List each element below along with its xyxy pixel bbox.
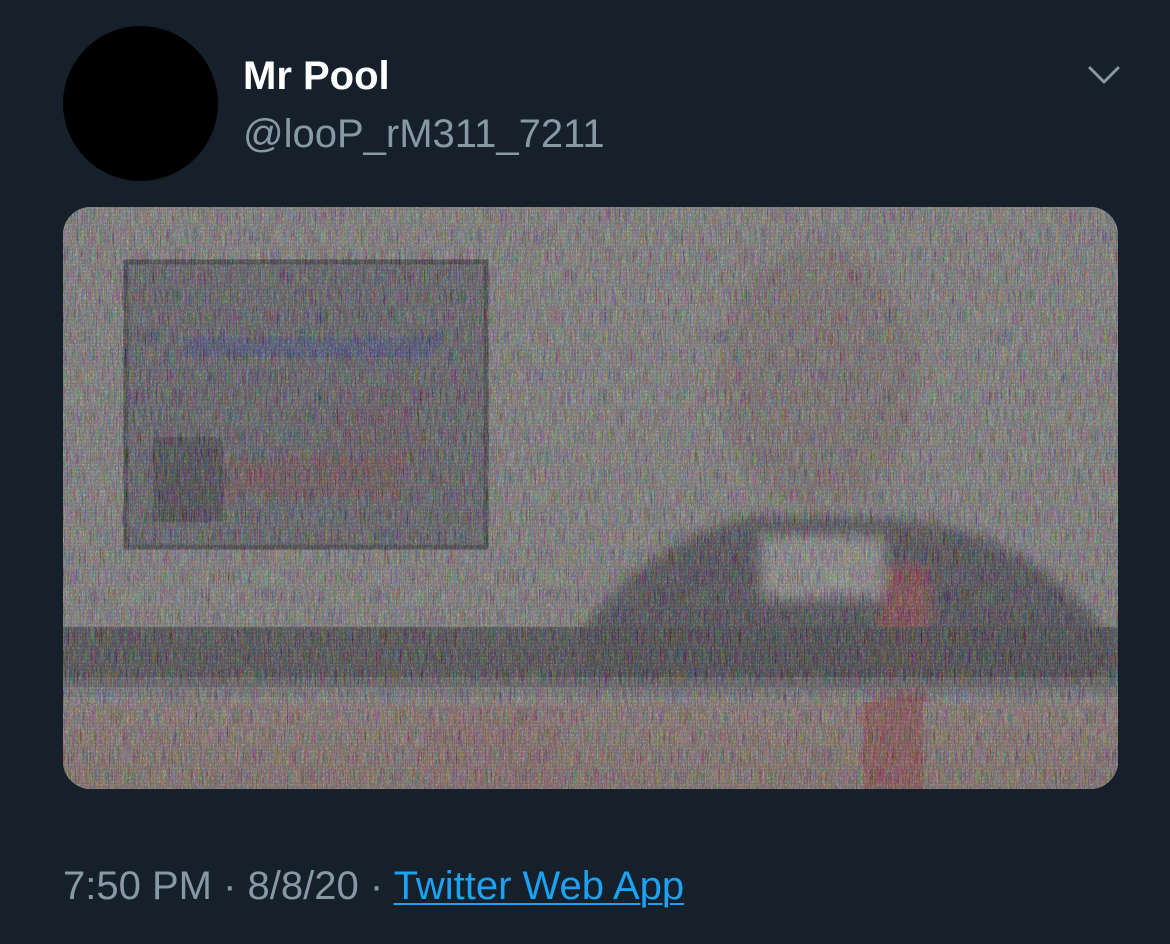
chevron-down-icon[interactable] <box>1084 58 1124 94</box>
avatar[interactable] <box>63 26 218 181</box>
tweet-media-image[interactable] <box>63 207 1118 789</box>
meta-separator: · <box>223 864 237 908</box>
tweet-date[interactable]: 8/8/20 <box>248 864 359 908</box>
tweet-time[interactable]: 7:50 PM <box>63 864 212 908</box>
tweet-meta: 7:50 PM · 8/8/20 · Twitter Web App <box>63 862 684 910</box>
tweet-source-link[interactable]: Twitter Web App <box>394 864 685 908</box>
meta-separator: · <box>369 864 384 908</box>
display-name[interactable]: Mr Pool <box>243 52 390 100</box>
glitched-tv-frame <box>63 207 1118 789</box>
tweet: Mr Pool @looP_rM311_7211 7:50 PM · 8/8/2… <box>0 0 1170 944</box>
user-handle[interactable]: @looP_rM311_7211 <box>243 110 605 158</box>
